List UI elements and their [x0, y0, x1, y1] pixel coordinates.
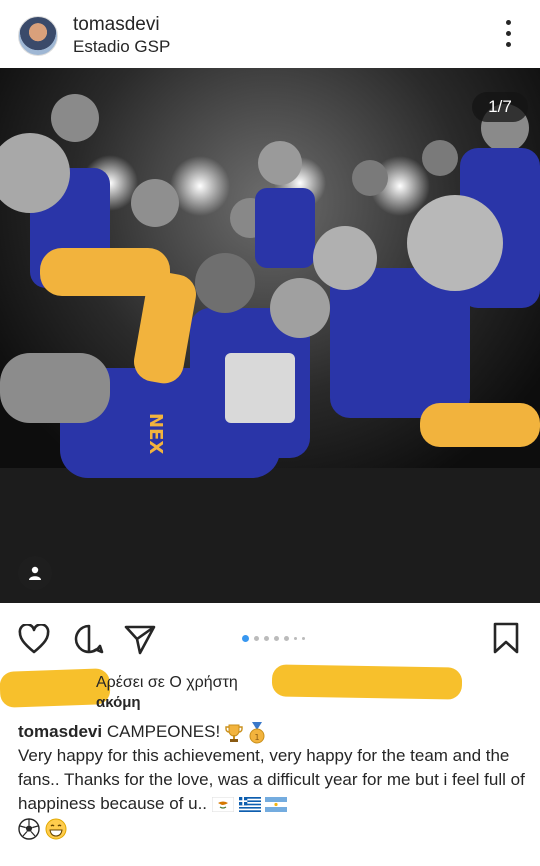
team-celebration-photo: NEX — [0, 68, 540, 603]
carousel-dot — [302, 636, 305, 640]
carousel-dot — [274, 635, 279, 641]
comment-icon[interactable] — [73, 623, 105, 655]
svg-text:1: 1 — [254, 733, 259, 742]
redaction-mark — [271, 664, 463, 700]
carousel-counter: 1/7 — [472, 92, 528, 122]
bookmark-icon[interactable] — [492, 621, 520, 655]
post-location[interactable]: Estadio GSP — [73, 37, 170, 57]
carousel-dot — [254, 635, 259, 641]
likes-section[interactable]: Αρέσει σε Ο χρήστη ακόμη — [0, 664, 540, 714]
post-username[interactable]: tomasdevi — [73, 14, 160, 36]
svg-text:NEX: NEX — [145, 413, 166, 454]
argentina-flag-icon — [265, 797, 288, 813]
more-vertical-icon[interactable] — [500, 18, 516, 50]
redaction-mark — [0, 668, 111, 708]
likes-text: Αρέσει σε Ο χρήστη — [96, 674, 238, 691]
grin-emoji-icon — [45, 818, 67, 840]
post-photo[interactable]: NEX 1/7 — [0, 68, 540, 603]
carousel-dot — [264, 635, 269, 641]
heart-icon[interactable] — [18, 624, 50, 654]
avatar[interactable] — [18, 16, 58, 56]
carousel-indicator — [242, 634, 305, 642]
share-icon[interactable] — [124, 623, 156, 655]
carousel-dot-active — [242, 634, 249, 642]
post-header: tomasdevi Estadio GSP — [0, 0, 540, 68]
action-bar — [0, 603, 540, 663]
caption-title: CAMPEONES! — [106, 722, 221, 741]
person-tag-icon[interactable] — [18, 556, 52, 590]
cyprus-flag-icon — [211, 797, 234, 813]
greece-flag-icon — [238, 797, 261, 813]
medal-icon: 1 — [249, 721, 265, 744]
likes-more[interactable]: ακόμη — [96, 694, 141, 711]
trophy-icon — [225, 724, 243, 742]
post-caption: tomasdevi CAMPEONES! 1 Very happy for th… — [18, 720, 528, 840]
soccer-ball-icon — [18, 817, 40, 840]
carousel-dot — [294, 636, 297, 640]
caption-username[interactable]: tomasdevi — [18, 722, 102, 741]
carousel-dot — [284, 635, 289, 641]
